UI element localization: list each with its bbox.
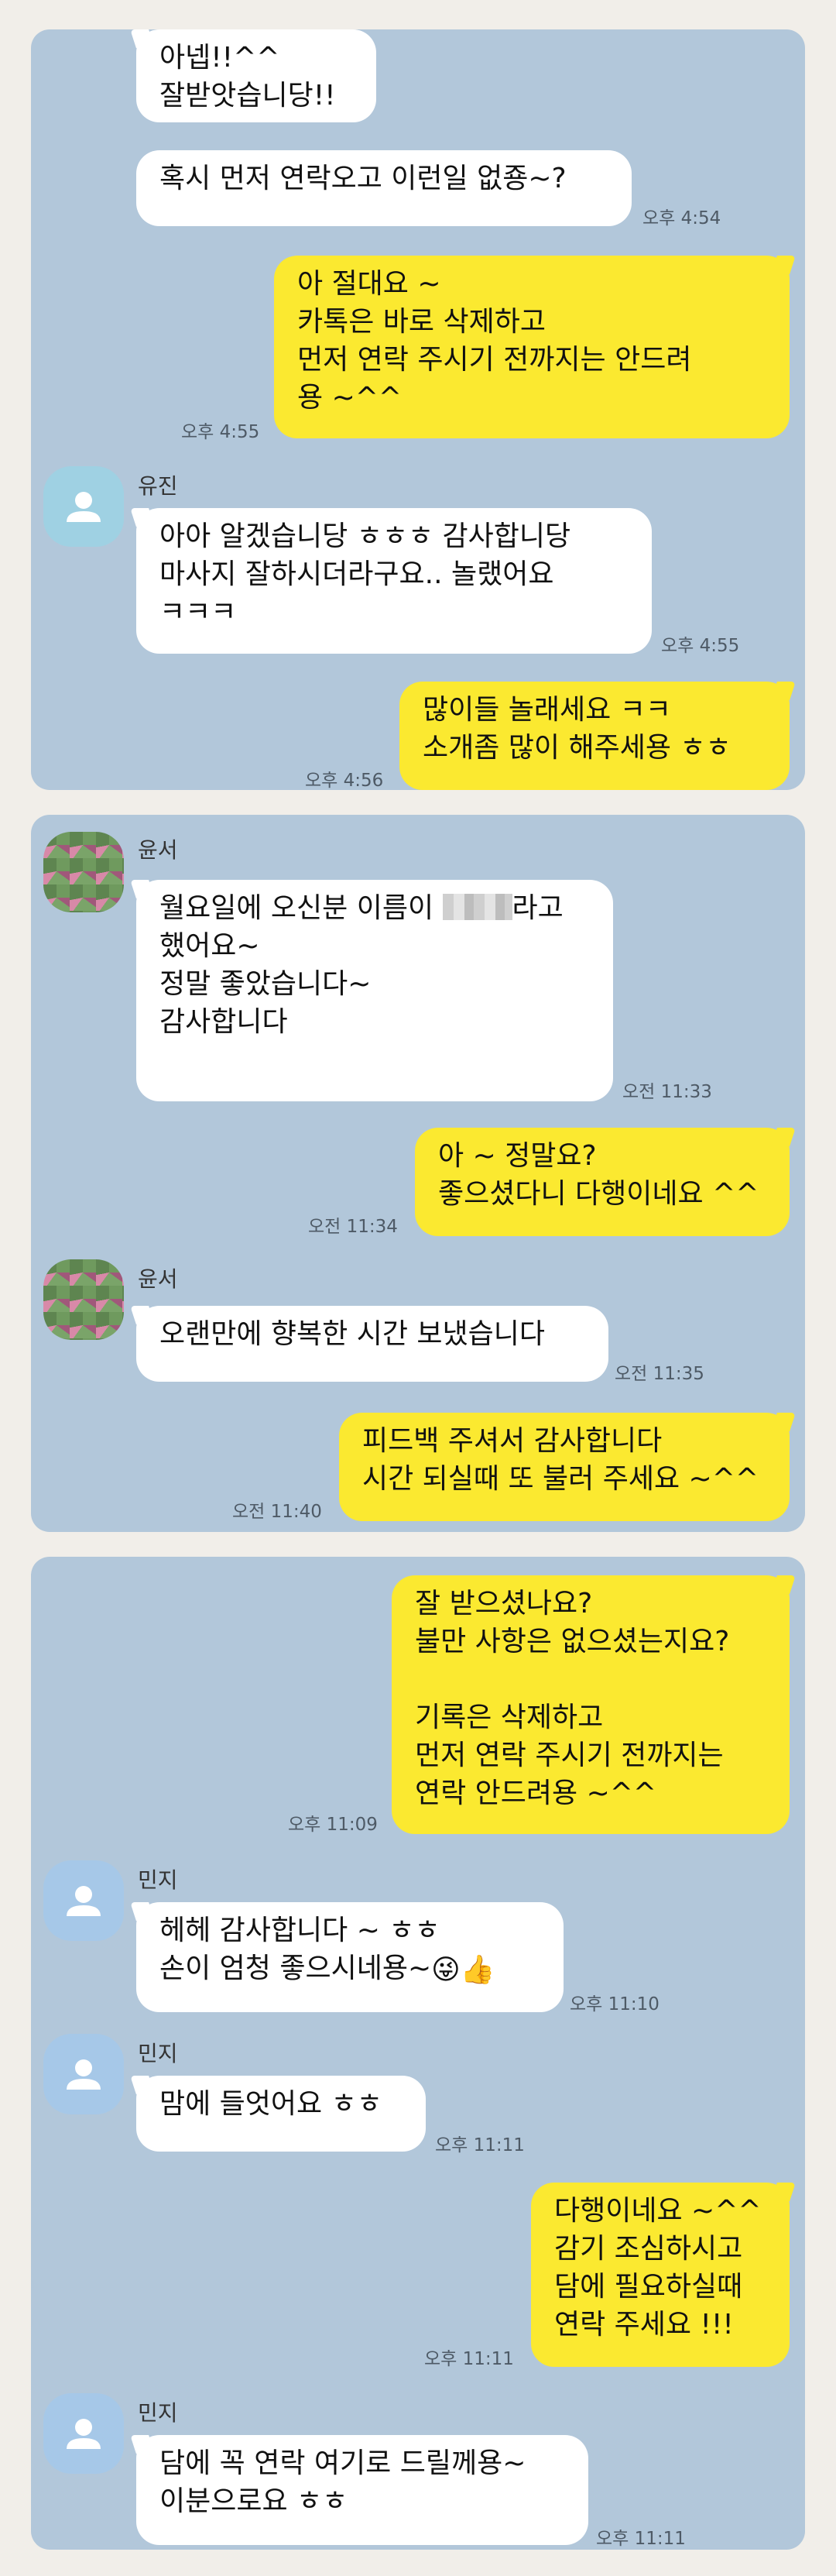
message-time: 오후 4:56 xyxy=(305,771,384,791)
message-time: 오후 4:55 xyxy=(661,636,740,656)
sender-name: 윤서 xyxy=(138,1266,178,1292)
message-time: 오후 4:55 xyxy=(181,422,260,442)
message-bubble-received: 오랜만에 향복한 시간 보냈습니다 xyxy=(136,1306,608,1382)
chat-screenshot-2: 윤서 월요일에 오신분 이름이 라고 했어요~ 정말 좋았습니다~ 감사합니다 … xyxy=(31,815,805,1532)
message-bubble-received: 아넵!!^^ 잘받앗습니당!! xyxy=(136,29,376,122)
redacted-name xyxy=(442,894,512,920)
avatar[interactable] xyxy=(43,466,124,547)
sender-name: 민지 xyxy=(138,2400,178,2426)
avatar[interactable] xyxy=(43,1259,124,1340)
message-bubble-sent: 많이들 놀래세요 ㅋㅋ 소개좀 많이 해주세용 ㅎㅎ xyxy=(399,682,790,790)
message-text: 했어요~ 정말 좋았습니다~ 감사합니다 xyxy=(159,930,372,1038)
sender-name: 윤서 xyxy=(138,837,178,863)
message-time: 오후 11:11 xyxy=(435,2135,525,2155)
sender-name: 유진 xyxy=(138,473,178,499)
person-silhouette-icon xyxy=(67,1886,101,1916)
message-time: 오전 11:33 xyxy=(622,1082,712,1102)
person-silhouette-icon xyxy=(67,2059,101,2090)
message-time: 오후 11:11 xyxy=(424,2349,514,2369)
message-time: 오후 11:09 xyxy=(288,1815,378,1835)
message-bubble-received: 맘에 들엇어요 ㅎㅎ xyxy=(136,2076,426,2152)
emoji-wink-thumbsup-icon: 😜👍 xyxy=(431,1953,495,1986)
message-text: 월요일에 오신분 이름이 xyxy=(159,892,443,924)
message-bubble-sent: 잘 받으셨나요? 불만 사항은 없으셨는지요? 기록은 삭제하고 먼저 연락 주… xyxy=(392,1575,790,1834)
person-silhouette-icon xyxy=(67,492,101,522)
message-time: 오전 11:35 xyxy=(615,1364,704,1384)
sender-name: 민지 xyxy=(138,1867,178,1893)
message-time: 오후 4:54 xyxy=(642,208,721,228)
chat-screenshot-3: 잘 받으셨나요? 불만 사항은 없으셨는지요? 기록은 삭제하고 먼저 연락 주… xyxy=(31,1557,805,2550)
message-time: 오전 11:34 xyxy=(308,1217,398,1237)
message-time: 오전 11:40 xyxy=(232,1502,322,1522)
avatar[interactable] xyxy=(43,2393,124,2474)
message-bubble-sent: 다행이네요 ~^^ 감기 조심하시고 담에 필요하실때 연락 주세요 !!! xyxy=(531,2183,790,2367)
message-bubble-sent: 아 ~ 정말요? 좋으셨다니 다행이네요 ^^ xyxy=(415,1128,790,1236)
avatar[interactable] xyxy=(43,1860,124,1941)
chat-screenshot-1: 아넵!!^^ 잘받앗습니당!! 혹시 먼저 연락오고 이런일 없죵~? 오후 4… xyxy=(31,29,805,791)
message-time: 오후 11:11 xyxy=(596,2529,686,2549)
avatar[interactable] xyxy=(43,2034,124,2114)
message-text: 헤헤 감사합니다 ~ ㅎㅎ 손이 엄청 좋으시네용~ xyxy=(159,1915,440,1984)
message-bubble-sent: 아 절대요 ~ 카톡은 바로 삭제하고 먼저 연락 주시기 전까지는 안드려 용… xyxy=(274,256,790,438)
message-text: 라고 xyxy=(512,892,564,924)
message-bubble-received: 담에 꼭 연락 여기로 드릴께용~ 이분으로요 ㅎㅎ xyxy=(136,2435,588,2545)
avatar[interactable] xyxy=(43,832,124,912)
message-time: 오후 11:10 xyxy=(570,1994,660,2014)
message-bubble-sent: 피드백 주셔서 감사합니다 시간 되실때 또 불러 주세요 ~^^ xyxy=(339,1413,790,1521)
message-bubble-received: 헤헤 감사합니다 ~ ㅎㅎ 손이 엄청 좋으시네용~😜👍 xyxy=(136,1902,564,2012)
message-bubble-received: 월요일에 오신분 이름이 라고 했어요~ 정말 좋았습니다~ 감사합니다 xyxy=(136,880,613,1101)
sender-name: 민지 xyxy=(138,2041,178,2066)
person-silhouette-icon xyxy=(67,2419,101,2449)
message-bubble-received: 아아 알겠습니당 ㅎㅎㅎ 감사합니당 마사지 잘하시더라구요.. 놀랬어요 ㅋㅋ… xyxy=(136,508,652,654)
message-bubble-received: 혹시 먼저 연락오고 이런일 없죵~? xyxy=(136,150,632,226)
